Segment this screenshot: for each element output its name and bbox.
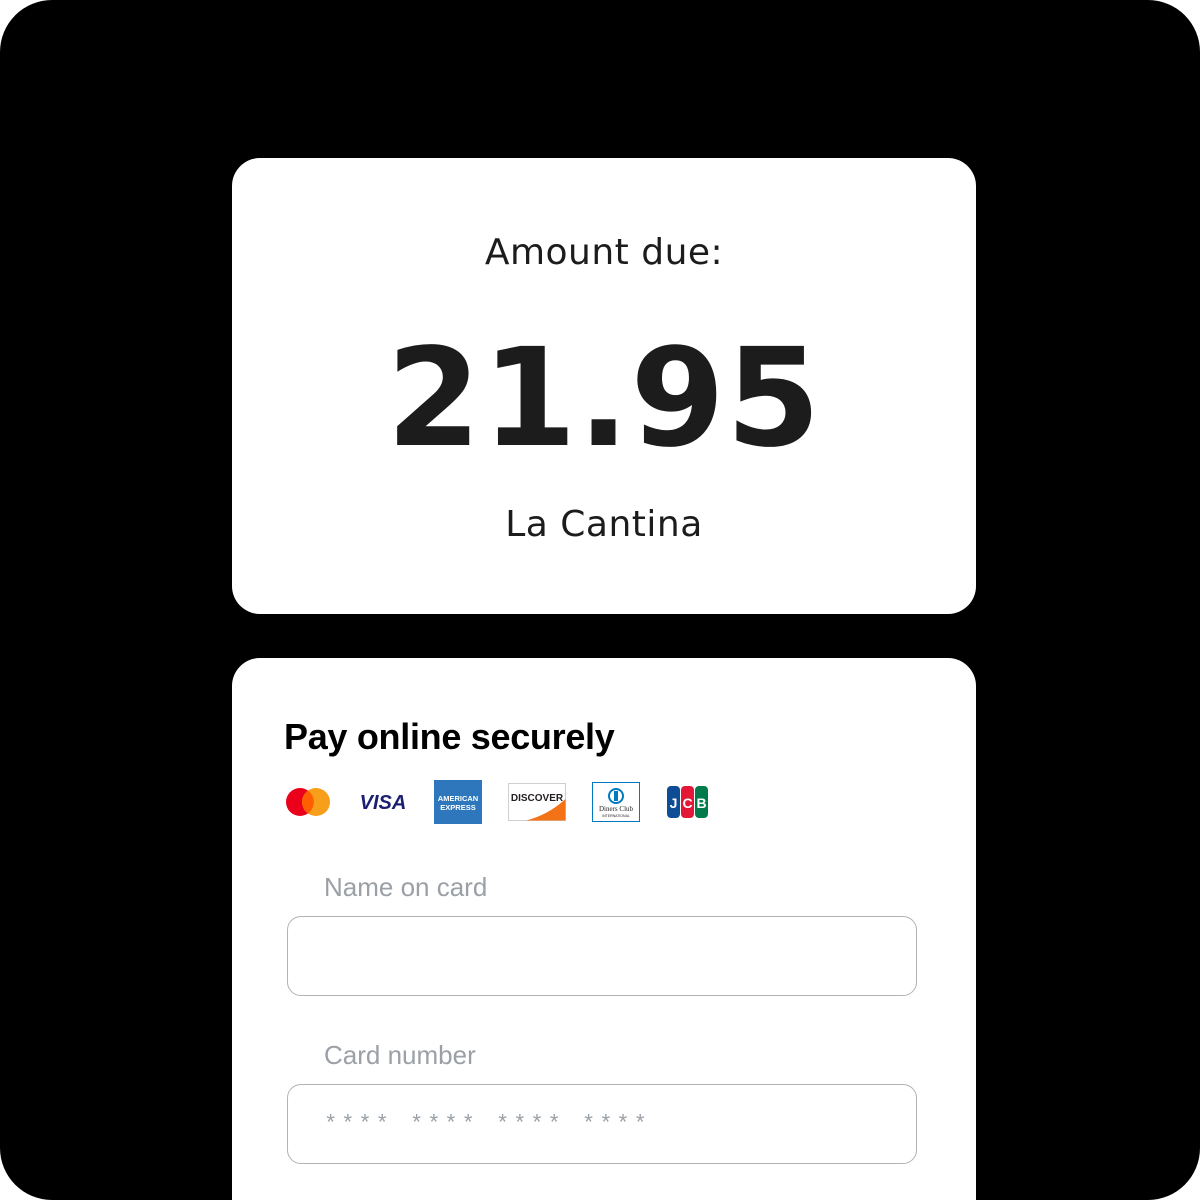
visa-text: VISA <box>360 792 407 814</box>
mastercard-icon <box>284 786 332 823</box>
svg-text:B: B <box>696 795 706 811</box>
merchant-name: La Cantina <box>505 504 703 545</box>
amex-text-line2: EXPRESS <box>440 803 475 812</box>
discover-icon: DISCOVER <box>508 782 566 826</box>
payment-card: Pay online securely VISA AMERICAN EXPRES… <box>232 658 976 1200</box>
svg-text:C: C <box>682 795 692 811</box>
name-on-card-label: Name on card <box>324 872 488 902</box>
amount-value: 21.95 <box>386 320 822 478</box>
name-on-card-input[interactable] <box>287 916 917 996</box>
diners-text-line2: INTERNATIONAL <box>602 814 630 818</box>
diners-club-icon: Diners Club INTERNATIONAL <box>592 781 640 827</box>
diners-text-line1: Diners Club <box>599 805 634 813</box>
card-brand-list: VISA AMERICAN EXPRESS DISCOVER Diners Cl… <box>284 779 736 829</box>
amount-due-card: Amount due: 21.95 La Cantina <box>232 158 976 614</box>
card-number-label: Card number <box>324 1040 476 1070</box>
amount-due-label: Amount due: <box>484 232 724 273</box>
svg-text:J: J <box>670 795 678 811</box>
discover-text: DISCOVER <box>511 793 564 804</box>
amex-text-line1: AMERICAN <box>438 794 478 803</box>
payment-title: Pay online securely <box>284 716 615 757</box>
visa-icon: VISA <box>358 786 408 823</box>
jcb-icon: J C B <box>666 785 710 824</box>
card-number-input[interactable] <box>287 1084 917 1164</box>
american-express-icon: AMERICAN EXPRESS <box>434 779 482 829</box>
background-frame: Amount due: 21.95 La Cantina Pay online … <box>0 0 1200 1200</box>
